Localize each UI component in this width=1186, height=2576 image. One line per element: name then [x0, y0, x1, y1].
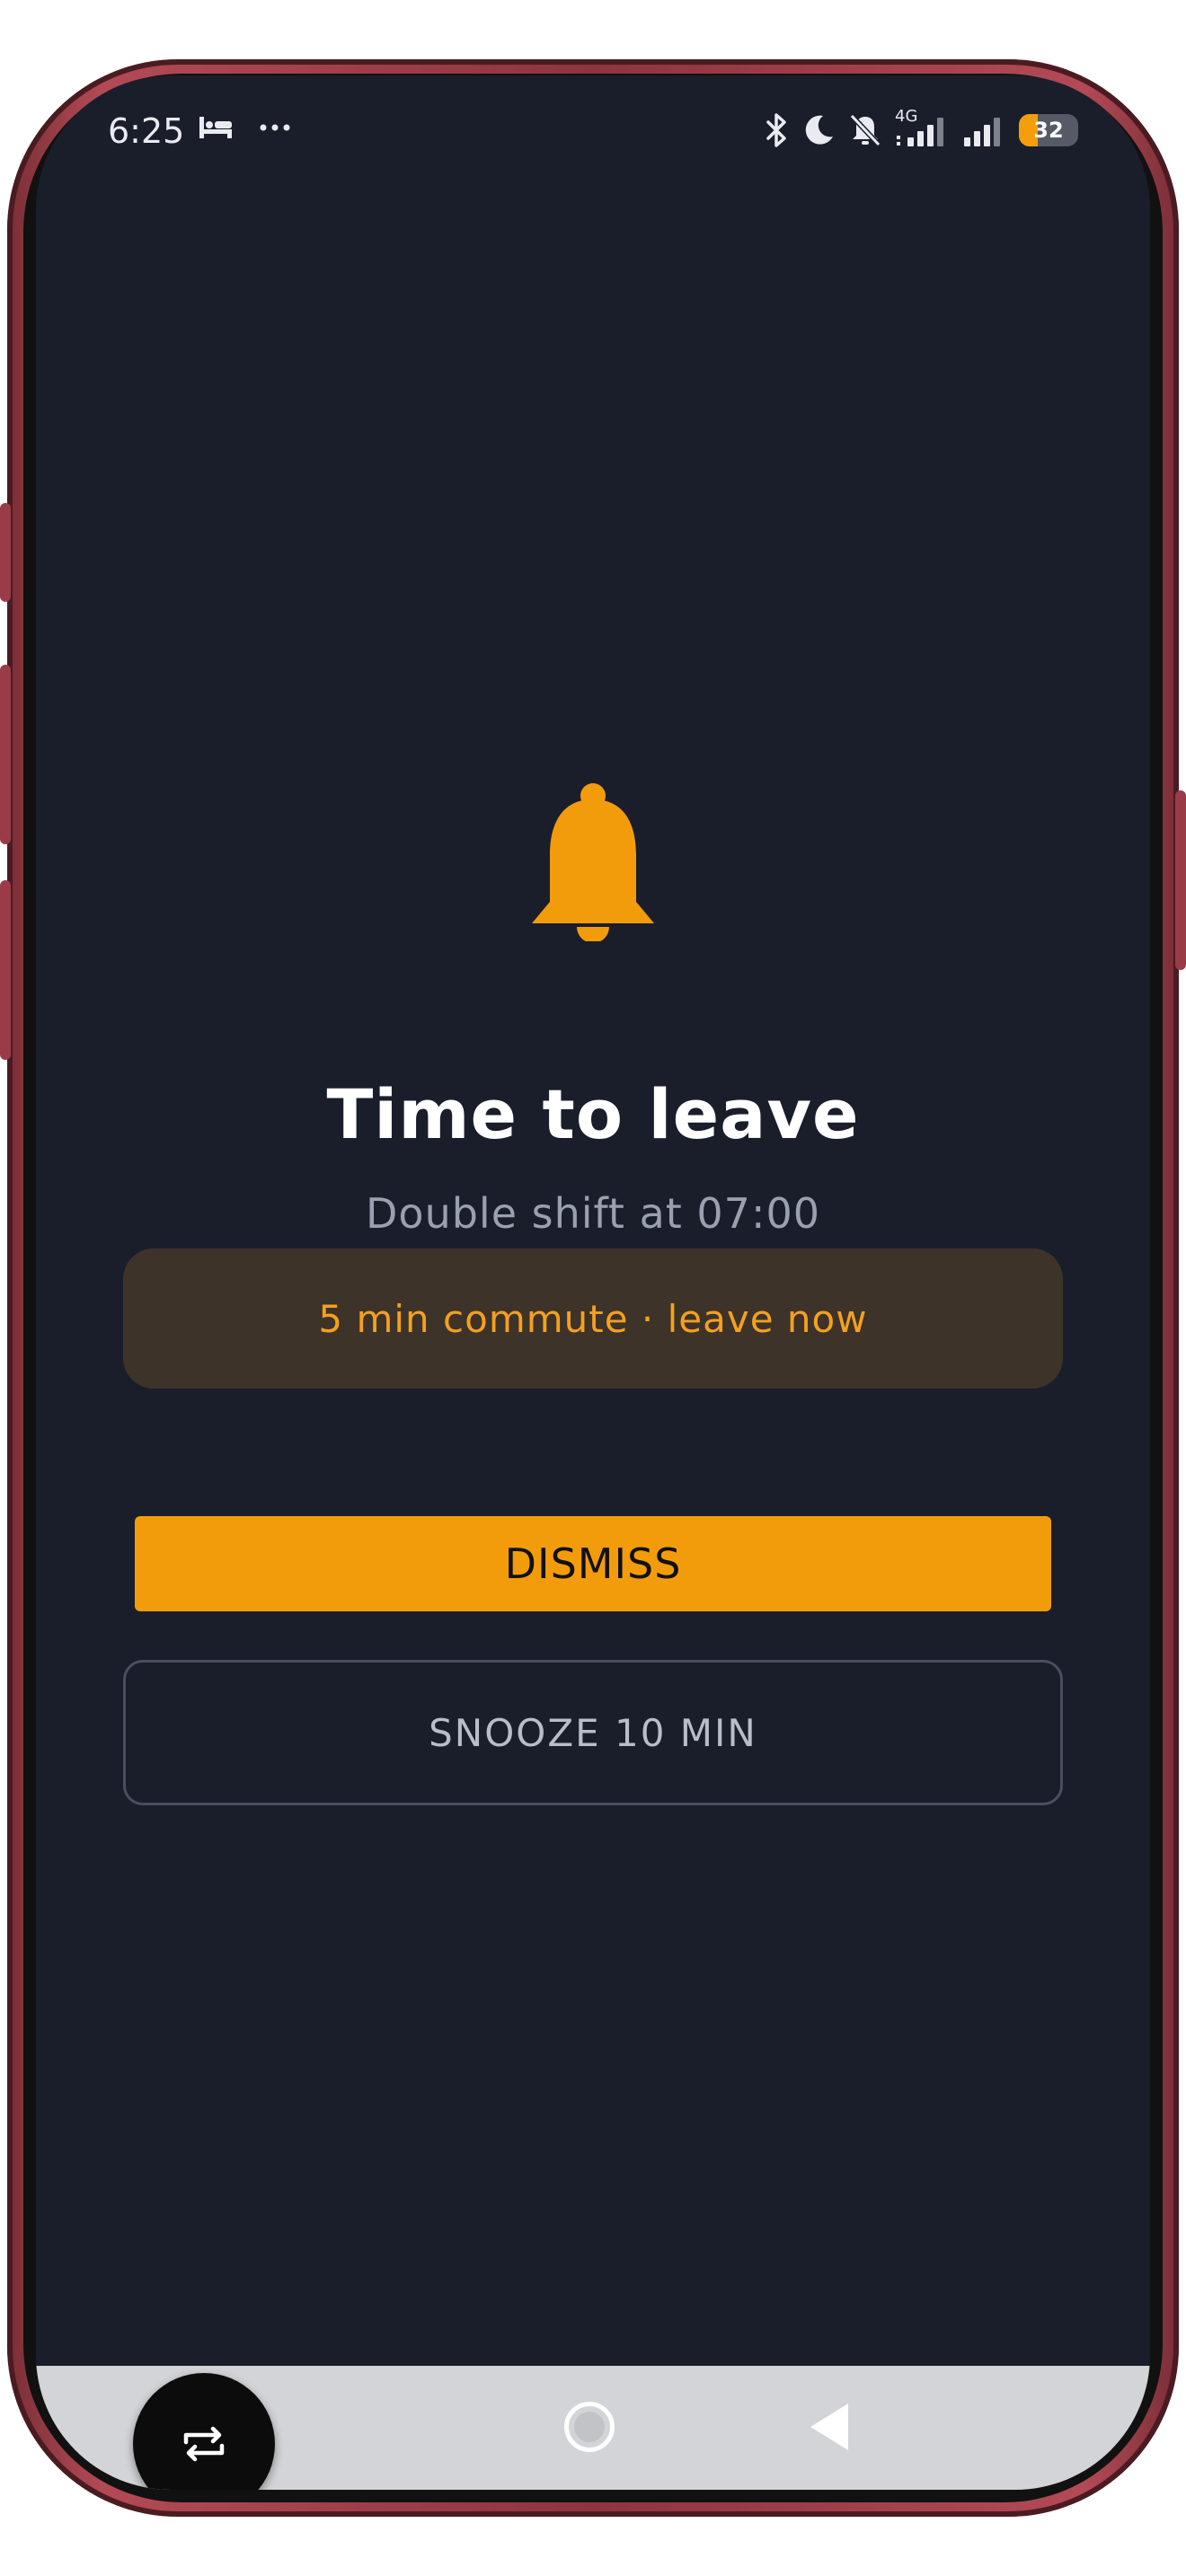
power-button [1175, 790, 1186, 970]
battery-icon: 32 [1019, 114, 1078, 146]
moon-icon [805, 115, 833, 145]
signal-icon [964, 118, 1000, 146]
rotate-screen-icon [183, 2426, 225, 2462]
back-icon[interactable] [810, 2404, 848, 2450]
bed-icon [199, 117, 232, 138]
bell-off-icon [849, 113, 881, 147]
bell-icon [532, 783, 654, 941]
side-button-lower [0, 880, 11, 1060]
volume-up-button [0, 503, 11, 602]
dismiss-button[interactable]: DISMISS [135, 1516, 1051, 1611]
alarm-subtitle: Double shift at 07:00 [366, 1189, 820, 1238]
signal-4g-group: 4G [895, 107, 949, 148]
home-icon-dot [574, 2412, 605, 2442]
status-left-icons [198, 115, 291, 140]
status-right-icons: 4G 32 [766, 107, 1078, 149]
volume-down-button [0, 665, 11, 844]
commute-message: 5 min commute · leave now [318, 1296, 868, 1341]
status-time: 6:25 [108, 111, 185, 151]
battery-level: 32 [1033, 118, 1064, 143]
more-dots-icon [260, 124, 290, 131]
alarm-title: Time to leave [326, 1074, 860, 1154]
commute-banner: 5 min commute · leave now [123, 1248, 1063, 1389]
signal-4g-icon [897, 118, 943, 146]
bluetooth-icon [766, 113, 786, 147]
snooze-button[interactable]: SNOOZE 10 MIN [123, 1660, 1063, 1805]
home-icon[interactable] [564, 2402, 615, 2452]
screen: 6:25 4G 32 Time to leave Double shift at… [36, 75, 1150, 2490]
status-bar: 6:25 4G 32 [36, 75, 1150, 192]
